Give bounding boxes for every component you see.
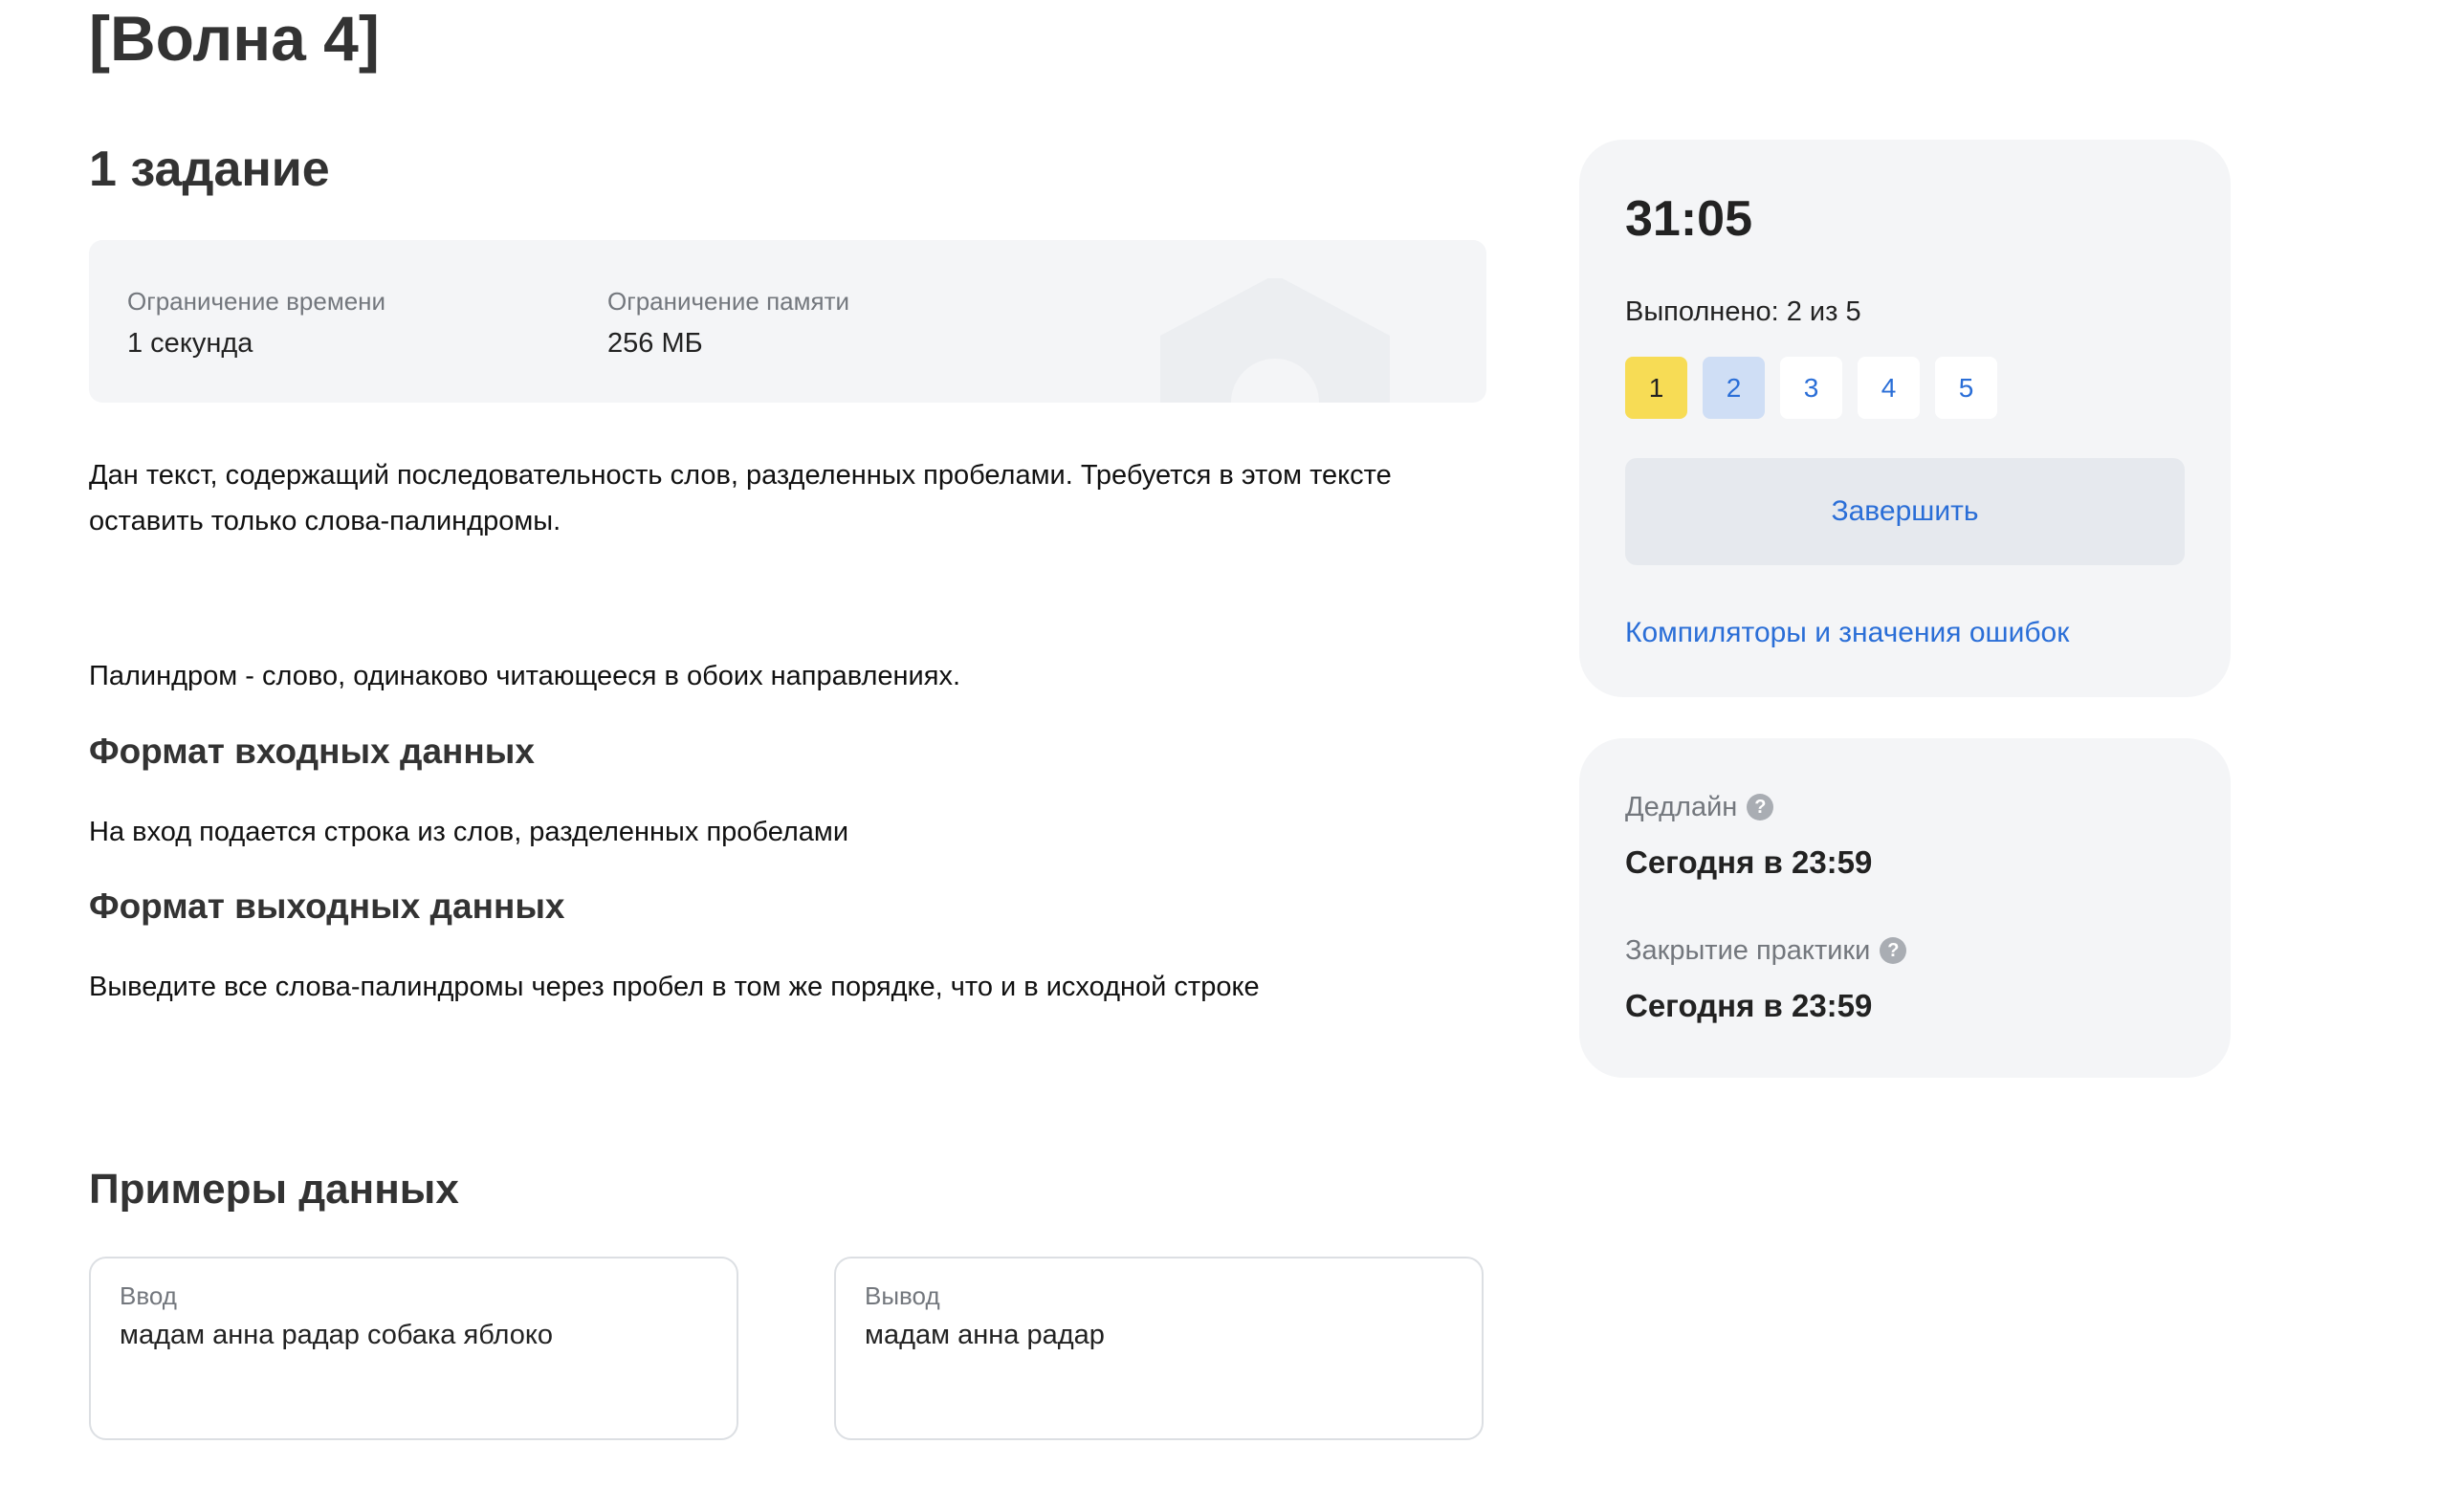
closing-label-row: Закрытие практики ? [1625, 931, 1907, 970]
task-button-1[interactable]: 1 [1625, 357, 1687, 419]
memory-limit-value: 256 МБ [607, 328, 703, 359]
task-navigation: 1 2 3 4 5 [1625, 357, 1997, 419]
time-limit-value: 1 секунда [127, 328, 253, 359]
closing-label: Закрытие практики [1625, 935, 1871, 966]
input-format-heading: Формат входных данных [89, 732, 535, 771]
output-format-heading: Формат выходных данных [89, 886, 565, 926]
input-format-text: На вход подается строка из слов, разделе… [89, 817, 849, 847]
progress-text: Выполнено: 2 из 5 [1625, 296, 1861, 327]
deadline-label: Дедлайн [1625, 792, 1738, 822]
deadline-label-row: Дедлайн ? [1625, 788, 1774, 826]
example-input-value[interactable]: мадам анна радар собака яблоко [120, 1314, 708, 1356]
progress-panel: 31:05 Выполнено: 2 из 5 1 2 3 4 5 Заверш… [1579, 140, 2231, 697]
task-button-3[interactable]: 3 [1780, 357, 1842, 419]
timer: 31:05 [1625, 191, 1752, 247]
statement-paragraph-1: Дан текст, содержащий последовательность… [89, 460, 1392, 536]
time-limit-label: Ограничение времени [127, 287, 386, 316]
finish-button[interactable]: Завершить [1625, 458, 2185, 565]
task-button-2[interactable]: 2 [1703, 357, 1765, 419]
page-title: [Волна 4] [89, 3, 380, 74]
compilers-link[interactable]: Компиляторы и значения ошибок [1625, 614, 2069, 652]
output-format-text: Выведите все слова-палиндромы через проб… [89, 972, 1260, 1002]
memory-limit: Ограничение памяти 256 МБ [607, 284, 849, 364]
example-input-box[interactable]: Ввод мадам анна радар собака яблоко [89, 1257, 738, 1440]
deadline-value: Сегодня в 23:59 [1625, 844, 1873, 880]
task-button-4[interactable]: 4 [1858, 357, 1920, 419]
task-title: 1 задание [89, 142, 330, 197]
example-output-box[interactable]: Вывод мадам анна радар [834, 1257, 1484, 1440]
example-input-label: Ввод [120, 1281, 177, 1310]
house-illustration-icon [1160, 278, 1390, 403]
deadline-help-icon[interactable]: ? [1747, 794, 1774, 821]
deadline-panel: Дедлайн ? Сегодня в 23:59 Закрытие практ… [1579, 738, 2231, 1078]
examples-heading: Примеры данных [89, 1166, 459, 1213]
task-button-5[interactable]: 5 [1935, 357, 1997, 419]
closing-value: Сегодня в 23:59 [1625, 988, 1873, 1023]
memory-limit-label: Ограничение памяти [607, 287, 850, 316]
example-output-label: Вывод [865, 1281, 940, 1310]
closing-help-icon[interactable]: ? [1880, 937, 1907, 964]
limits-box: Ограничение времени 1 секунда Ограничени… [89, 240, 1486, 403]
statement-paragraph-2: Палиндром - слово, одинаково читающееся … [89, 661, 961, 691]
example-output-value[interactable]: мадам анна радар [865, 1314, 1453, 1356]
time-limit: Ограничение времени 1 секунда [127, 284, 385, 364]
